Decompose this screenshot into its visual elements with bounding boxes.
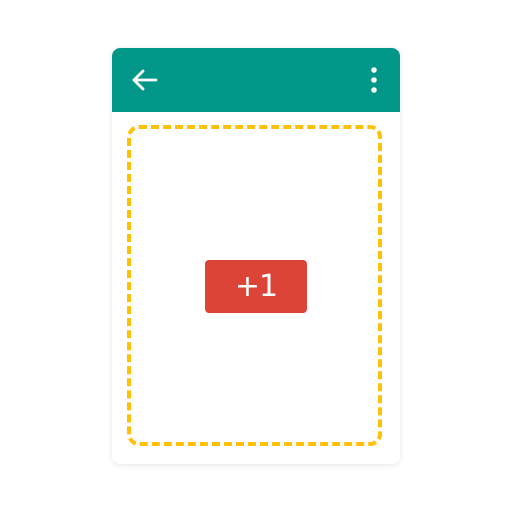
canvas: +1 [0,0,512,512]
plus-one-button[interactable]: +1 [205,260,307,313]
app-bar [112,48,400,112]
phone-screen: +1 [112,48,400,464]
back-button[interactable] [128,64,160,96]
content-area: +1 [112,112,400,464]
arrow-back-icon [132,69,158,91]
more-options-button[interactable] [364,64,384,96]
more-vert-icon [371,67,377,93]
